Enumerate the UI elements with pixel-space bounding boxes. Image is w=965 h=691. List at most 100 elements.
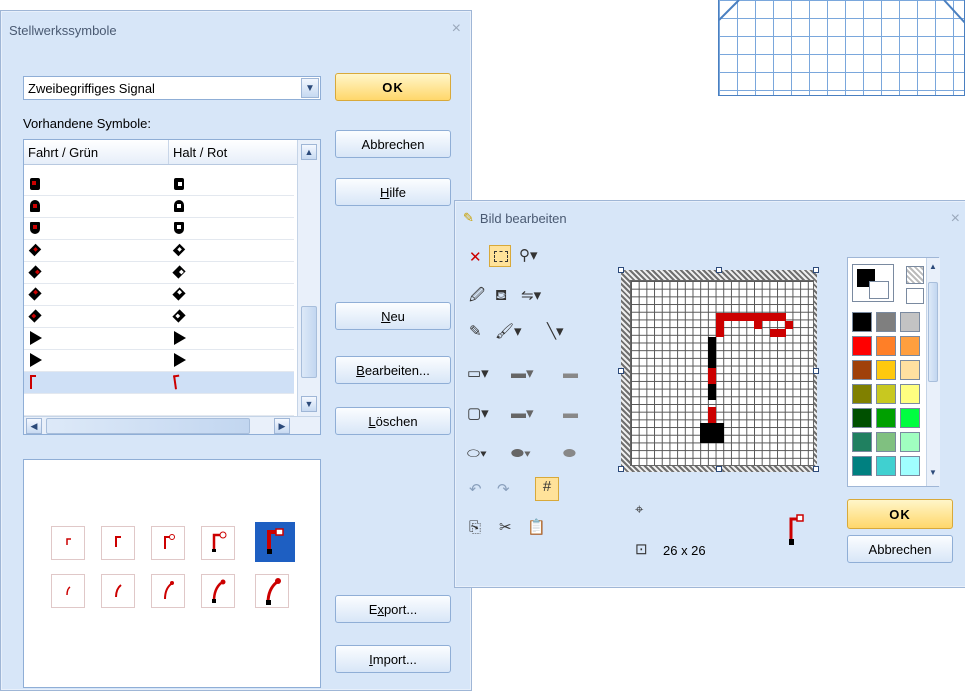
preview-cell[interactable] [151, 526, 185, 560]
line-icon[interactable]: ╲▾ [547, 323, 564, 341]
scroll-down-button[interactable]: ▼ [301, 396, 317, 412]
rectangle-solid-icon[interactable]: ▬ [563, 365, 578, 383]
list-item[interactable] [24, 262, 294, 284]
rounded-rect-filled-icon[interactable]: ▬▾ [511, 405, 534, 423]
ellipse-filled-icon[interactable]: ⬬▾ [511, 445, 531, 463]
rounded-rect-outline-icon[interactable]: ▢▾ [467, 405, 489, 423]
resize-handle[interactable] [813, 368, 819, 374]
editor-cancel-button[interactable]: Abbrechen [847, 535, 953, 563]
resize-handle[interactable] [716, 267, 722, 273]
symbols-list[interactable]: Fahrt / Grün Halt / Rot ▲ ▼ ◀ ▶ [23, 139, 321, 435]
color-swatch[interactable] [852, 384, 872, 404]
color-replace-icon[interactable]: ⇋▾ [521, 287, 541, 305]
preview-cell[interactable] [101, 574, 135, 608]
color-swatch[interactable] [876, 336, 896, 356]
eyedropper-icon[interactable]: 🖉 [469, 287, 485, 305]
redo-icon[interactable]: ↷ [497, 481, 510, 499]
color-swatch[interactable] [852, 456, 872, 476]
resize-handle[interactable] [618, 466, 624, 472]
copy-icon[interactable]: ⎘ [469, 519, 481, 537]
chevron-down-icon[interactable]: ▼ [301, 78, 319, 98]
ellipse-solid-icon[interactable]: ⬬ [563, 445, 576, 463]
column-header-stop[interactable]: Halt / Rot [169, 140, 304, 164]
import-button[interactable]: Import... [335, 645, 451, 673]
ellipse-outline-icon[interactable]: ⬭▾ [467, 445, 487, 463]
list-horizontal-scrollbar[interactable]: ◀ ▶ [24, 416, 320, 434]
resize-handle[interactable] [716, 466, 722, 472]
scroll-up-button[interactable]: ▲ [301, 144, 317, 160]
list-vertical-scrollbar[interactable]: ▲ ▼ [297, 140, 320, 416]
color-swatch[interactable] [900, 408, 920, 428]
list-item[interactable] [24, 240, 294, 262]
close-icon[interactable]: × [951, 211, 960, 227]
list-item[interactable] [24, 196, 294, 218]
preview-cell-selected[interactable] [255, 522, 295, 562]
list-item[interactable] [24, 328, 294, 350]
preview-cell[interactable] [151, 574, 185, 608]
color-swatch[interactable] [900, 432, 920, 452]
scroll-thumb-horizontal[interactable] [46, 418, 250, 434]
new-button[interactable]: Neu [335, 302, 451, 330]
transparent-swatch[interactable] [906, 266, 924, 284]
delete-icon[interactable]: ✕ [469, 249, 482, 267]
color-swatch[interactable] [852, 408, 872, 428]
scroll-thumb[interactable] [301, 306, 317, 378]
color-swatch[interactable] [900, 360, 920, 380]
list-item-selected[interactable] [24, 372, 294, 394]
preview-cell[interactable] [51, 574, 85, 608]
color-swatch[interactable] [876, 312, 896, 332]
foreground-background-swatch[interactable] [852, 264, 894, 302]
signal-type-select[interactable]: Zweibegriffiges Signal ▼ [23, 76, 321, 100]
palette-scrollbar[interactable]: ▲ ▼ [926, 258, 940, 486]
rectangle-filled-icon[interactable]: ▬▾ [511, 365, 534, 383]
preview-cell[interactable] [101, 526, 135, 560]
color-swatch[interactable] [876, 456, 896, 476]
help-button[interactable]: Hilfe [335, 178, 451, 206]
resize-handle[interactable] [618, 368, 624, 374]
preview-cell[interactable] [255, 574, 289, 608]
list-item[interactable] [24, 350, 294, 372]
rectangle-select-icon[interactable] [489, 245, 511, 267]
color-swatch[interactable] [852, 360, 872, 380]
color-swatch[interactable] [852, 336, 872, 356]
color-swatch[interactable] [876, 384, 896, 404]
resize-handle[interactable] [618, 267, 624, 273]
zoom-icon[interactable]: ⚲▾ [519, 247, 538, 265]
color-swatch[interactable] [876, 408, 896, 428]
color-swatch[interactable] [852, 312, 872, 332]
rectangle-outline-icon[interactable]: ▭▾ [467, 365, 489, 383]
export-button[interactable]: Ex port... [335, 595, 451, 623]
preview-cell[interactable] [201, 574, 235, 608]
color-swatch[interactable] [900, 336, 920, 356]
palette-scroll-thumb[interactable] [928, 282, 938, 382]
ok-button[interactable]: OK [335, 73, 451, 101]
list-item[interactable] [24, 394, 294, 416]
grid-toggle-icon[interactable]: # [535, 477, 559, 501]
cancel-button[interactable]: Abbrechen [335, 130, 451, 158]
scroll-down-icon[interactable]: ▼ [929, 468, 937, 477]
paste-icon[interactable]: 📋 [527, 519, 546, 537]
pixel-canvas[interactable] [630, 280, 814, 466]
brush-icon[interactable]: 🖌▾ [495, 323, 522, 341]
fill-bucket-icon[interactable]: ⛾ [495, 287, 507, 305]
resize-handle[interactable] [813, 267, 819, 273]
resize-handle[interactable] [813, 466, 819, 472]
delete-button[interactable]: Löschen [335, 407, 451, 435]
color-swatch[interactable] [900, 384, 920, 404]
preview-cell[interactable] [51, 526, 85, 560]
scroll-right-button[interactable]: ▶ [274, 418, 290, 434]
white-swatch[interactable] [906, 288, 924, 304]
edit-button[interactable]: Bearbeiten... [335, 356, 451, 384]
preview-cell[interactable] [201, 526, 235, 560]
scroll-up-icon[interactable]: ▲ [929, 262, 937, 271]
list-item[interactable] [24, 284, 294, 306]
undo-icon[interactable]: ↶ [469, 481, 482, 499]
rounded-rect-solid-icon[interactable]: ▬ [563, 405, 578, 423]
close-icon[interactable]: × [452, 21, 461, 37]
editor-ok-button[interactable]: OK [847, 499, 953, 529]
color-swatch[interactable] [876, 432, 896, 452]
cut-icon[interactable]: ✂ [499, 519, 512, 537]
color-swatch[interactable] [900, 456, 920, 476]
color-swatch[interactable] [900, 312, 920, 332]
list-item[interactable] [24, 306, 294, 328]
